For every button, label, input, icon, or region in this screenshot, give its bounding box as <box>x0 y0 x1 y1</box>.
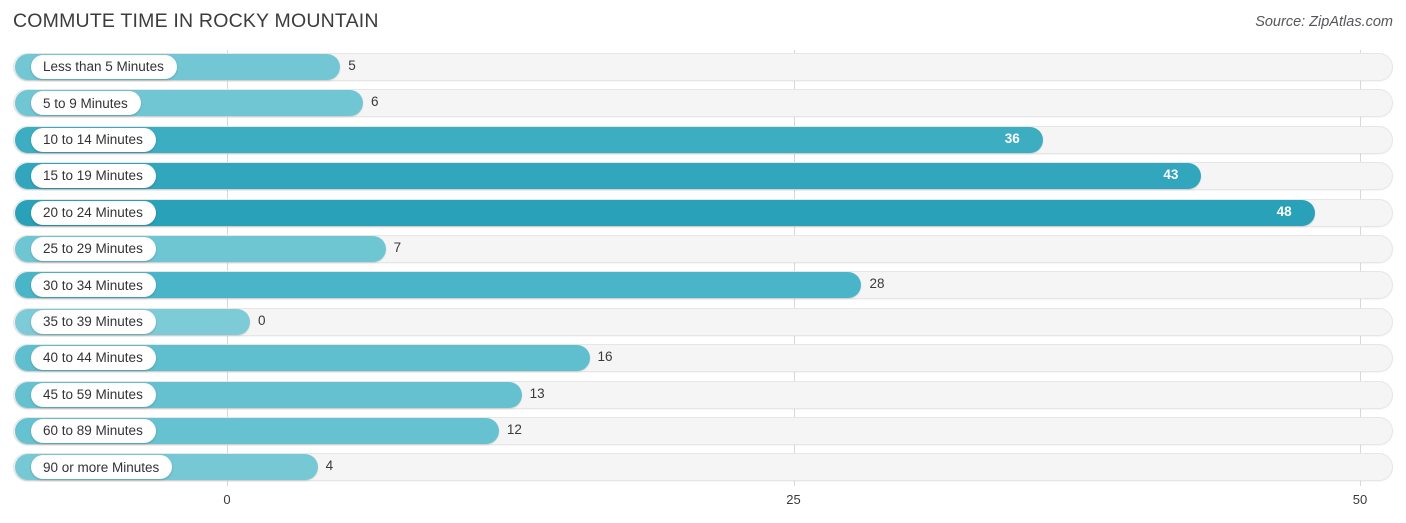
plot-area: Less than 5 Minutes 5 5 to 9 Minutes 6 10 to… <box>0 50 1406 487</box>
category-label: 30 to 34 Minutes <box>43 277 143 293</box>
bar-row: 15 to 19 Minutes 43 <box>0 159 1406 195</box>
category-label-capsule: 30 to 34 Minutes <box>31 273 156 298</box>
category-label-capsule: 40 to 44 Minutes <box>31 346 156 371</box>
value-label: 0 <box>258 312 266 328</box>
category-label-capsule: 20 to 24 Minutes <box>31 200 156 225</box>
bar-row: 10 to 14 Minutes 36 <box>0 123 1406 159</box>
category-label-capsule: 15 to 19 Minutes <box>31 164 156 189</box>
category-label: 20 to 24 Minutes <box>43 204 143 220</box>
value-label: 12 <box>506 421 522 437</box>
value-label: 28 <box>869 276 885 292</box>
page-title: COMMUTE TIME IN ROCKY MOUNTAIN <box>13 10 379 32</box>
source-attribution: Source: ZipAtlas.com <box>1255 14 1393 30</box>
bar-row: 60 to 89 Minutes 12 <box>0 414 1406 450</box>
value-bar[interactable] <box>15 126 1043 153</box>
category-label-capsule: 45 to 59 Minutes <box>31 382 156 407</box>
category-label: 90 or more Minutes <box>43 459 160 475</box>
category-label: 35 to 39 Minutes <box>43 313 143 329</box>
x-tick-label: 0 <box>223 492 231 507</box>
bar-row: 20 to 24 Minutes 48 <box>0 196 1406 232</box>
x-tick-label: 50 <box>1352 492 1368 507</box>
bar-row: 25 to 29 Minutes 7 <box>0 232 1406 268</box>
bar-row: 40 to 44 Minutes 16 <box>0 341 1406 377</box>
value-bar[interactable] <box>15 199 1315 226</box>
value-bar[interactable] <box>15 163 1202 190</box>
value-label: 6 <box>370 94 379 110</box>
category-label-capsule: 5 to 9 Minutes <box>31 91 141 116</box>
bar-row: 90 or more Minutes 4 <box>0 450 1406 486</box>
category-label-capsule: 10 to 14 Minutes <box>31 127 156 152</box>
value-label: 36 <box>1004 130 1020 146</box>
category-label: 25 to 29 Minutes <box>43 241 143 257</box>
category-label-capsule: 35 to 39 Minutes <box>31 309 156 334</box>
category-label: 10 to 14 Minutes <box>43 132 143 148</box>
value-label: 16 <box>597 349 613 365</box>
value-label: 48 <box>1276 203 1292 219</box>
category-label-capsule: Less than 5 Minutes <box>31 55 177 79</box>
bar-row: 5 to 9 Minutes 6 <box>0 86 1406 122</box>
value-label: 4 <box>325 458 334 474</box>
bar-row: 45 to 59 Minutes 13 <box>0 378 1406 414</box>
x-axis: 0 25 50 <box>0 487 1406 523</box>
value-label: 13 <box>529 385 545 401</box>
bar-rows: Less than 5 Minutes 5 5 to 9 Minutes 6 10 to… <box>0 50 1406 487</box>
value-label: 7 <box>393 239 402 255</box>
value-label: 5 <box>348 58 356 73</box>
category-label: 45 to 59 Minutes <box>43 386 143 402</box>
category-label: 15 to 19 Minutes <box>43 168 143 184</box>
category-label: 60 to 89 Minutes <box>43 423 143 439</box>
value-label: 43 <box>1163 167 1179 183</box>
x-tick-label: 25 <box>786 492 801 507</box>
category-label-capsule: 60 to 89 Minutes <box>31 418 156 443</box>
category-label: 40 to 44 Minutes <box>43 350 143 366</box>
category-label: Less than 5 Minutes <box>43 59 164 75</box>
chart-container: COMMUTE TIME IN ROCKY MOUNTAIN Source: Z… <box>0 0 1406 523</box>
bar-row: 35 to 39 Minutes 0 <box>0 305 1406 341</box>
category-label-capsule: 25 to 29 Minutes <box>31 236 156 261</box>
category-label: 5 to 9 Minutes <box>43 95 128 111</box>
bar-row: Less than 5 Minutes 5 <box>0 50 1406 86</box>
bar-row: 30 to 34 Minutes 28 <box>0 268 1406 304</box>
category-label-capsule: 90 or more Minutes <box>31 455 173 480</box>
